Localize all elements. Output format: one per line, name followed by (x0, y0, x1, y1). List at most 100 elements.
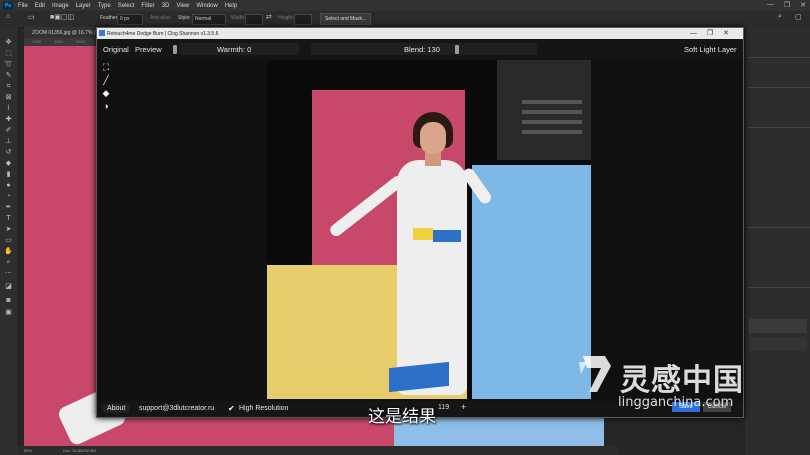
brush-tool-icon[interactable]: ✐ (4, 127, 13, 134)
eraser-icon[interactable]: ◆ (101, 88, 111, 98)
plugin-title: Retouch4me Dodge Burn | Clog Shannon v1.… (107, 31, 219, 37)
panel-divider (748, 87, 810, 88)
menu-type[interactable]: Type (98, 3, 111, 9)
close-icon[interactable]: ✕ (800, 1, 806, 9)
menu-edit[interactable]: Edit (35, 3, 45, 9)
plugin-app-icon (99, 30, 105, 36)
preview-button[interactable]: Preview (135, 45, 162, 54)
watermark-url: lingganchina.com (618, 395, 734, 410)
zoom-tool-icon[interactable]: ⌕ (4, 259, 13, 266)
pen-tool-icon[interactable]: ✒ (4, 204, 13, 211)
gradient-tool-icon[interactable]: ▮ (4, 171, 13, 178)
preview-toggle[interactable] (173, 45, 177, 54)
blend-slider-knob[interactable] (455, 45, 459, 54)
restore-icon[interactable]: ❐ (784, 1, 790, 9)
photo-belt-blue (433, 230, 461, 242)
photoshop-logo: Ps (3, 1, 13, 10)
zoom-in-button[interactable]: + (461, 402, 466, 412)
home-icon[interactable]: ⌂ (6, 13, 10, 20)
ruler-tick: 1200 (76, 39, 85, 44)
feather-label: Feather: (100, 15, 119, 21)
style-label: Style: (178, 15, 191, 21)
panel-divider (748, 287, 810, 288)
photo-model-face (420, 122, 446, 154)
right-panels (745, 27, 810, 455)
fit-screen-icon[interactable]: ⛶ (101, 62, 111, 72)
workspace-icon[interactable]: ▢ (795, 13, 802, 21)
healing-tool-icon[interactable]: ✚ (4, 116, 13, 123)
original-button[interactable]: Original (103, 45, 129, 54)
menu-image[interactable]: Image (52, 3, 69, 9)
stamp-tool-icon[interactable]: ⊥ (4, 138, 13, 145)
marquee-tool-icon[interactable]: ⬚ (4, 50, 13, 57)
watermark-text: 灵感中国 (620, 363, 744, 398)
watermark-logo-icon (579, 356, 611, 392)
support-link[interactable]: support@3dlutcreator.ru (139, 405, 214, 412)
zoom-level[interactable]: 50% (24, 448, 32, 453)
height-input[interactable] (294, 14, 312, 25)
photo-model-dress (397, 160, 467, 395)
panel-divider (748, 227, 810, 228)
warmth-slider[interactable]: Warmth: 0 (179, 43, 299, 55)
plugin-window-controls[interactable]: —❐✕ (690, 29, 739, 37)
video-subtitle: 这是结果 (368, 407, 436, 427)
high-resolution-label: High Resolution (239, 405, 289, 412)
ruler-tick: 1100 (54, 39, 63, 44)
blend-slider[interactable]: Blend: 130 (311, 43, 537, 55)
plugin-top-bar: Original Preview Warmth: 0 Blend: 130 So… (97, 39, 743, 59)
warmth-label: Warmth: 0 (217, 45, 252, 54)
more-tools-icon[interactable]: ⋯ (4, 270, 13, 277)
path-select-tool-icon[interactable]: ➤ (4, 226, 13, 233)
blend-label: Blend: 130 (404, 45, 440, 54)
history-brush-icon[interactable]: ↺ (4, 149, 13, 156)
menu-select[interactable]: Select (118, 3, 135, 9)
quick-select-tool-icon[interactable]: ✎ (4, 72, 13, 79)
select-and-mask-button[interactable]: Select and Mask... (320, 13, 372, 25)
swap-icon[interactable]: ⇄ (266, 13, 272, 21)
menu-help[interactable]: Help (225, 3, 237, 9)
about-button[interactable]: About (103, 404, 130, 413)
menu-filter[interactable]: Filter (141, 3, 154, 9)
quick-mask-icon[interactable]: ◙ (4, 297, 13, 304)
photo-stairs (522, 100, 582, 104)
move-tool-icon[interactable]: ✥ (4, 39, 13, 46)
shape-tool-icon[interactable]: ▭ (4, 237, 13, 244)
soft-light-layer-button[interactable]: Soft Light Layer (684, 45, 737, 54)
frame-tool-icon[interactable]: ⊠ (4, 94, 13, 101)
width-input[interactable] (245, 14, 263, 25)
hand-tool-icon[interactable]: ✋ (4, 248, 13, 255)
eraser-tool-icon[interactable]: ◆ (4, 160, 13, 167)
ruler-tick: 1000 (32, 39, 41, 44)
feather-value: 0 px (120, 16, 130, 22)
preview-image[interactable] (267, 60, 591, 399)
menu-view[interactable]: View (176, 3, 189, 9)
marquee-tool-icon[interactable]: ▭ (28, 13, 35, 21)
lasso-tool-icon[interactable]: ➰ (4, 61, 13, 68)
selection-mode-icons[interactable]: ■▣▢◫ (50, 13, 74, 21)
layer-row[interactable] (749, 319, 807, 333)
antialias-label[interactable]: Anti-alias (150, 15, 171, 21)
photo-background-dark (497, 60, 591, 160)
dodge-tool-icon[interactable]: ◔ (4, 193, 13, 200)
high-resolution-checkbox[interactable]: ✔ (228, 405, 236, 413)
plugin-titlebar[interactable]: Retouch4me Dodge Burn | Clog Shannon v1.… (97, 28, 743, 39)
menu-file[interactable]: File (18, 3, 28, 9)
height-label: Height: (278, 15, 294, 21)
feather-input[interactable]: 0 px (117, 14, 143, 25)
crop-tool-icon[interactable]: ⌗ (4, 83, 13, 90)
screen-mode-icon[interactable]: ▣ (4, 309, 13, 316)
color-swatch-icon[interactable]: ◪ (4, 283, 13, 290)
eyedropper-tool-icon[interactable]: ⌇ (4, 105, 13, 112)
menu-3d[interactable]: 3D (162, 3, 170, 9)
style-select[interactable]: Normal (192, 14, 226, 25)
contrast-icon[interactable]: ◑ (101, 101, 111, 111)
width-label: Width: (231, 15, 246, 21)
menu-window[interactable]: Window (196, 3, 217, 9)
search-icon[interactable]: ⌕ (778, 13, 782, 21)
type-tool-icon[interactable]: T (4, 215, 13, 222)
brush-icon[interactable]: ╱ (101, 75, 111, 85)
minimize-icon[interactable]: — (767, 1, 774, 9)
menu-layer[interactable]: Layer (76, 3, 91, 9)
blur-tool-icon[interactable]: ● (4, 182, 13, 189)
layer-row[interactable] (749, 337, 807, 351)
